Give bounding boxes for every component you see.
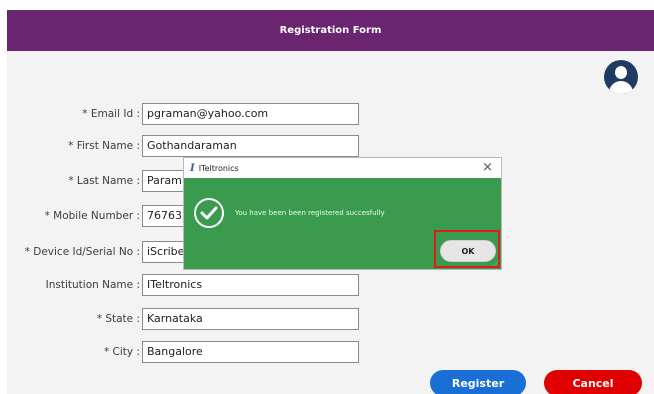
app-logo-icon: I (190, 162, 195, 174)
dialog-message: You have been been registered succesfull… (235, 209, 385, 217)
email-row: * Email Id : pgraman@yahoo.com (7, 103, 467, 125)
email-label: * Email Id : (82, 108, 140, 120)
state-label: * State : (96, 313, 140, 325)
register-button[interactable]: Register (430, 370, 526, 394)
resize-grip-icon[interactable]: ⋰ (493, 260, 499, 267)
state-field[interactable]: Karnataka (142, 308, 359, 330)
city-row: * City : Bangalore (7, 341, 467, 363)
dialog-title: ITeltronics (198, 163, 239, 173)
check-circle-icon (194, 198, 224, 228)
registration-window: Registration Form * Email Id : pgraman@y… (7, 10, 654, 394)
city-field[interactable]: Bangalore (142, 341, 359, 363)
city-label: * City : (103, 346, 140, 358)
first-name-label: * First Name : (68, 140, 140, 152)
state-row: * State : Karnataka (7, 308, 467, 330)
device-id-label: * Device Id/Serial No : (24, 246, 140, 258)
last-name-label: * Last Name : (68, 175, 140, 187)
email-field[interactable]: pgraman@yahoo.com (142, 103, 359, 125)
first-name-row: * First Name : Gothandaraman (7, 135, 467, 157)
institution-field[interactable]: ITeltronics (142, 274, 359, 296)
page-title: Registration Form (279, 25, 382, 36)
institution-row: Institution Name : ITeltronics (7, 274, 467, 296)
mobile-label: * Mobile Number : (44, 210, 140, 222)
institution-label: Institution Name : (45, 279, 140, 291)
success-dialog: I ITeltronics × You have been been regis… (183, 157, 502, 270)
header-bar: Registration Form (7, 10, 654, 51)
avatar-body (609, 81, 633, 94)
avatar-head (615, 66, 627, 79)
ok-button[interactable]: OK (440, 240, 496, 262)
cancel-button[interactable]: Cancel (544, 370, 642, 394)
close-icon[interactable]: × (482, 159, 493, 177)
first-name-field[interactable]: Gothandaraman (142, 135, 359, 157)
user-avatar-icon[interactable] (604, 60, 638, 94)
dialog-titlebar: I ITeltronics × (184, 158, 501, 178)
